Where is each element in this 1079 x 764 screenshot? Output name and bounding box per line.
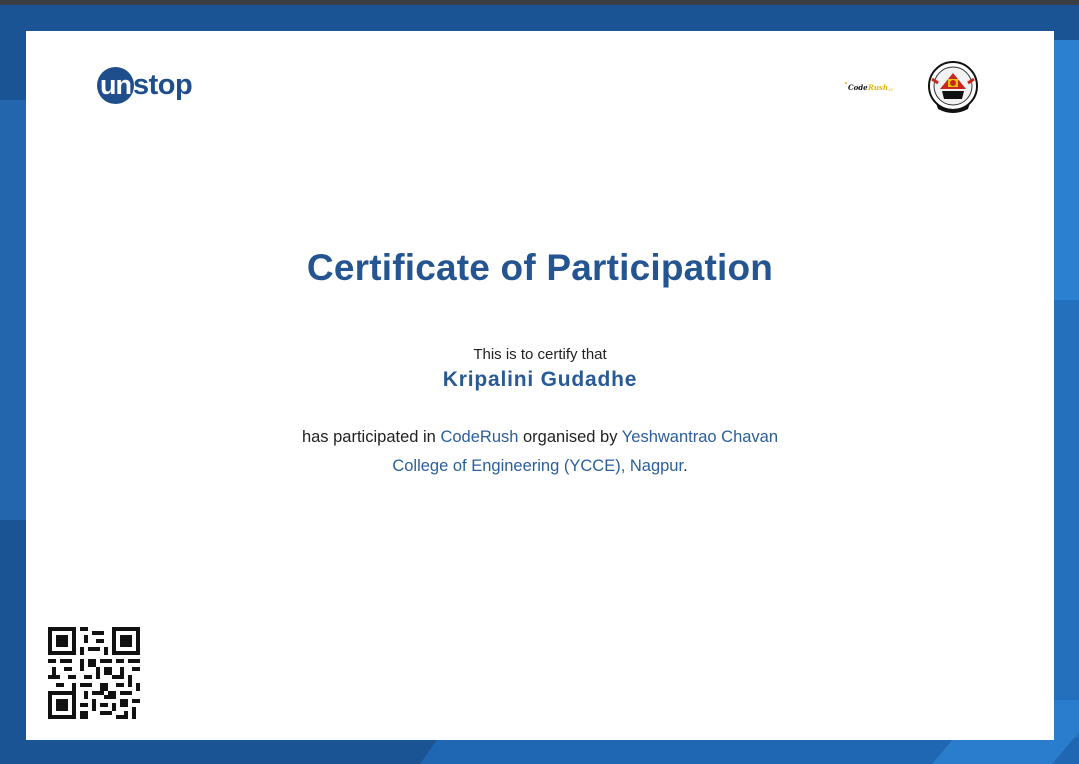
statement-text-end: . <box>683 457 688 475</box>
statement-text-start: has participated in <box>301 428 441 446</box>
event-name: CodeRush <box>440 428 519 446</box>
certify-intro: This is to certify that <box>473 346 607 363</box>
college-emblem <box>928 61 978 113</box>
certificate-title: Certificate of Participation <box>306 247 774 288</box>
svg-text:Code: Code <box>848 83 868 92</box>
qr-code <box>48 627 140 719</box>
unstop-logo: un stop <box>97 65 193 105</box>
recipient-name: Kripalini Gudadhe <box>442 368 638 391</box>
unstop-logo-mark: un <box>97 66 134 104</box>
certificate-card: un stop Code Rush .io Certificate of Par… <box>26 31 1054 740</box>
statement-text-middle: organised by <box>518 428 622 446</box>
participation-statement: has participated in CodeRush organised b… <box>286 423 794 481</box>
svg-text:.io: .io <box>888 87 893 92</box>
unstop-logo-text: stop <box>133 68 193 101</box>
coderush-logo: Code Rush .io <box>845 82 893 92</box>
svg-text:Rush: Rush <box>867 83 888 92</box>
